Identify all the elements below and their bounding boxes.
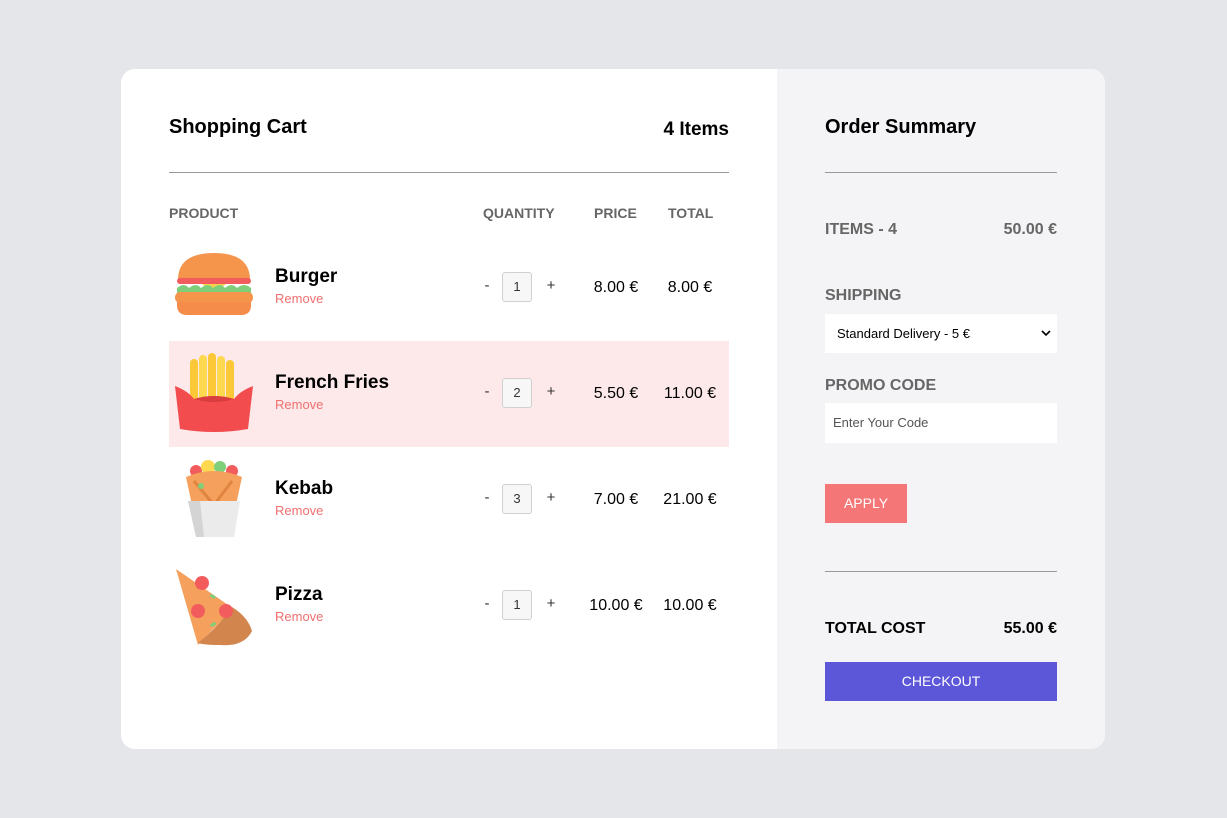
remove-link[interactable]: Remove: [275, 609, 323, 624]
column-header-total: TOTAL: [668, 205, 714, 221]
shopping-cart-panel: Shopping Cart 4 Items PRODUCT QUANTITY P…: [121, 69, 777, 749]
product-name: Pizza: [275, 584, 323, 605]
summary-divider-top: [825, 172, 1057, 173]
item-price: 7.00 €: [593, 491, 639, 508]
shipping-label: SHIPPING: [825, 287, 902, 304]
cart-divider: [169, 172, 729, 173]
column-header-quantity: QUANTITY: [483, 205, 555, 221]
apply-button[interactable]: APPLY: [825, 484, 907, 523]
summary-items-value: 50.00 €: [1003, 221, 1057, 238]
quantity-input[interactable]: 1: [502, 590, 532, 620]
decrease-quantity-button[interactable]: -: [480, 277, 494, 294]
promo-code-input[interactable]: Enter Your Code: [825, 403, 1057, 443]
chevron-down-icon: [1041, 330, 1051, 337]
cart-row-french-fries: French Fries Remove - 2 + 5.50 € 11.00 €: [169, 341, 729, 447]
burger-icon: [175, 253, 253, 315]
item-total: 10.00 €: [663, 597, 717, 614]
total-cost-value: 55.00 €: [1003, 620, 1057, 637]
total-cost-label: TOTAL COST: [825, 620, 926, 637]
french-fries-icon: [175, 353, 253, 432]
item-total: 11.00 €: [663, 385, 717, 402]
item-price: 5.50 €: [593, 385, 639, 402]
decrease-quantity-button[interactable]: -: [480, 595, 494, 612]
promo-code-label: PROMO CODE: [825, 377, 937, 394]
increase-quantity-button[interactable]: +: [544, 277, 558, 294]
increase-quantity-button[interactable]: +: [544, 489, 558, 506]
cart-row-pizza: Pizza Remove - 1 + 10.00 € 10.00 €: [169, 553, 729, 659]
quantity-input[interactable]: 1: [502, 272, 532, 302]
summary-items-label: ITEMS - 4: [825, 221, 898, 238]
remove-link[interactable]: Remove: [275, 397, 323, 412]
summary-title: Order Summary: [825, 116, 977, 138]
cart-card: Shopping Cart 4 Items PRODUCT QUANTITY P…: [121, 69, 1105, 749]
product-name: French Fries: [275, 372, 390, 393]
quantity-input[interactable]: 3: [502, 484, 532, 514]
cart-row-kebab: Kebab Remove - 3 + 7.00 € 21.00 €: [169, 447, 729, 553]
product-name: Burger: [275, 266, 338, 287]
product-name: Kebab: [275, 478, 334, 499]
decrease-quantity-button[interactable]: -: [480, 489, 494, 506]
column-header-product: PRODUCT: [169, 205, 239, 221]
item-price: 8.00 €: [593, 279, 639, 296]
shipping-selected-value: Standard Delivery - 5 €: [837, 326, 970, 341]
quantity-input[interactable]: 2: [502, 378, 532, 408]
pizza-icon: [176, 569, 252, 646]
remove-link[interactable]: Remove: [275, 291, 323, 306]
cart-item-count: 4 Items: [663, 119, 729, 140]
summary-divider-bottom: [825, 571, 1057, 572]
cart-title: Shopping Cart: [169, 116, 307, 138]
cart-items-list: Burger Remove - 1 + 8.00 € 8.00 € French…: [169, 235, 729, 659]
increase-quantity-button[interactable]: +: [544, 383, 558, 400]
item-price: 10.00 €: [589, 597, 643, 614]
item-total: 8.00 €: [667, 279, 713, 296]
kebab-icon: [186, 460, 242, 537]
column-header-price: PRICE: [594, 205, 637, 221]
order-summary-panel: Order Summary ITEMS - 4 50.00 € SHIPPING…: [777, 69, 1105, 749]
cart-row-burger: Burger Remove - 1 + 8.00 € 8.00 €: [169, 235, 729, 341]
checkout-button[interactable]: CHECKOUT: [825, 662, 1057, 701]
increase-quantity-button[interactable]: +: [544, 595, 558, 612]
shipping-select[interactable]: Standard Delivery - 5 €: [825, 314, 1057, 353]
remove-link[interactable]: Remove: [275, 503, 323, 518]
decrease-quantity-button[interactable]: -: [480, 383, 494, 400]
item-total: 21.00 €: [663, 491, 717, 508]
